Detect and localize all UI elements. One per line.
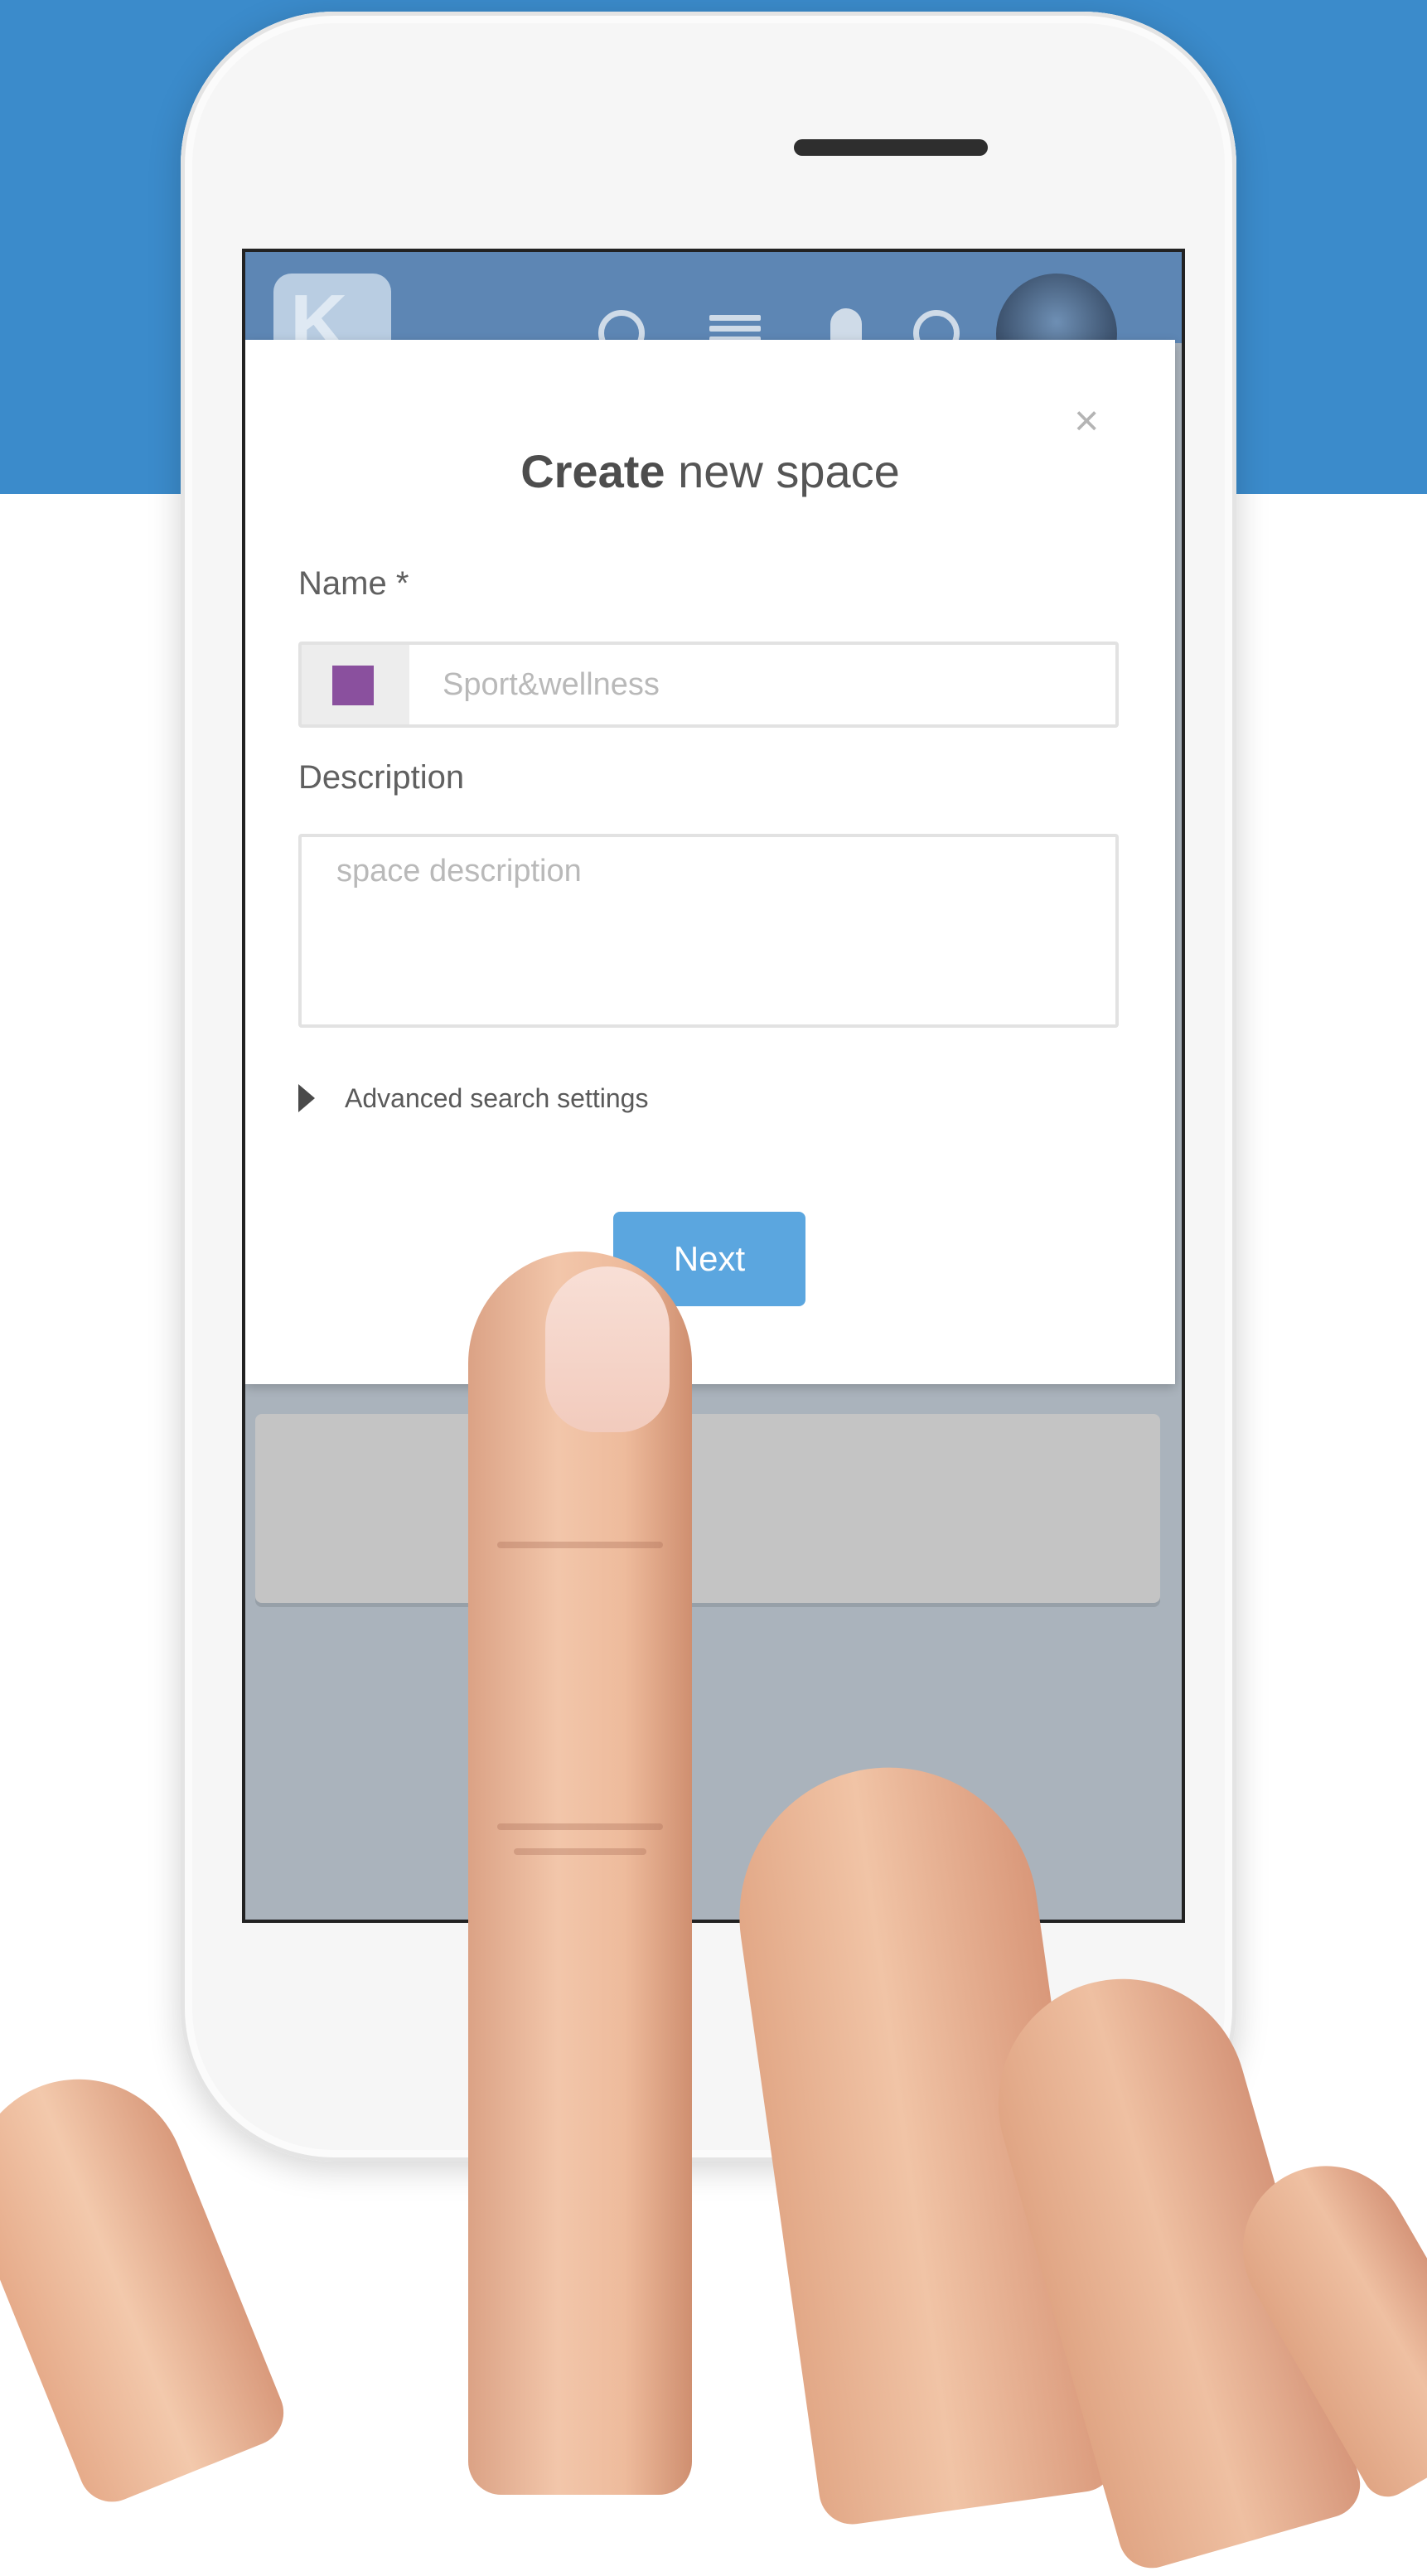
advanced-search-label: Advanced search settings [345,1082,649,1113]
close-icon[interactable]: × [1074,399,1099,443]
hand-index-finger [468,1252,692,2495]
phone-screen: K × Create new space Name * Description … [242,249,1185,1923]
app-header: K [245,252,1182,395]
color-swatch [332,666,374,705]
menu-icon[interactable] [709,315,761,343]
advanced-search-toggle[interactable]: Advanced search settings [298,1077,648,1119]
knuckle-crease [497,1542,663,1548]
name-field [298,642,1119,728]
modal-title-bold: Create [520,445,665,497]
phone-speaker [794,139,988,156]
modal-title-rest: new space [665,445,900,497]
caret-right-icon [298,1084,315,1112]
create-space-modal: × Create new space Name * Description Ad… [245,340,1175,1384]
space-name-input[interactable] [409,645,1115,724]
modal-title: Create new space [245,444,1175,498]
fingernail [545,1266,670,1432]
knuckle-crease [514,1848,646,1855]
description-label: Description [298,759,465,796]
knuckle-crease [497,1823,663,1830]
name-label: Name * [298,565,409,602]
color-picker-button[interactable] [302,645,409,724]
description-input[interactable] [298,834,1119,1028]
background-card [255,1414,1160,1603]
